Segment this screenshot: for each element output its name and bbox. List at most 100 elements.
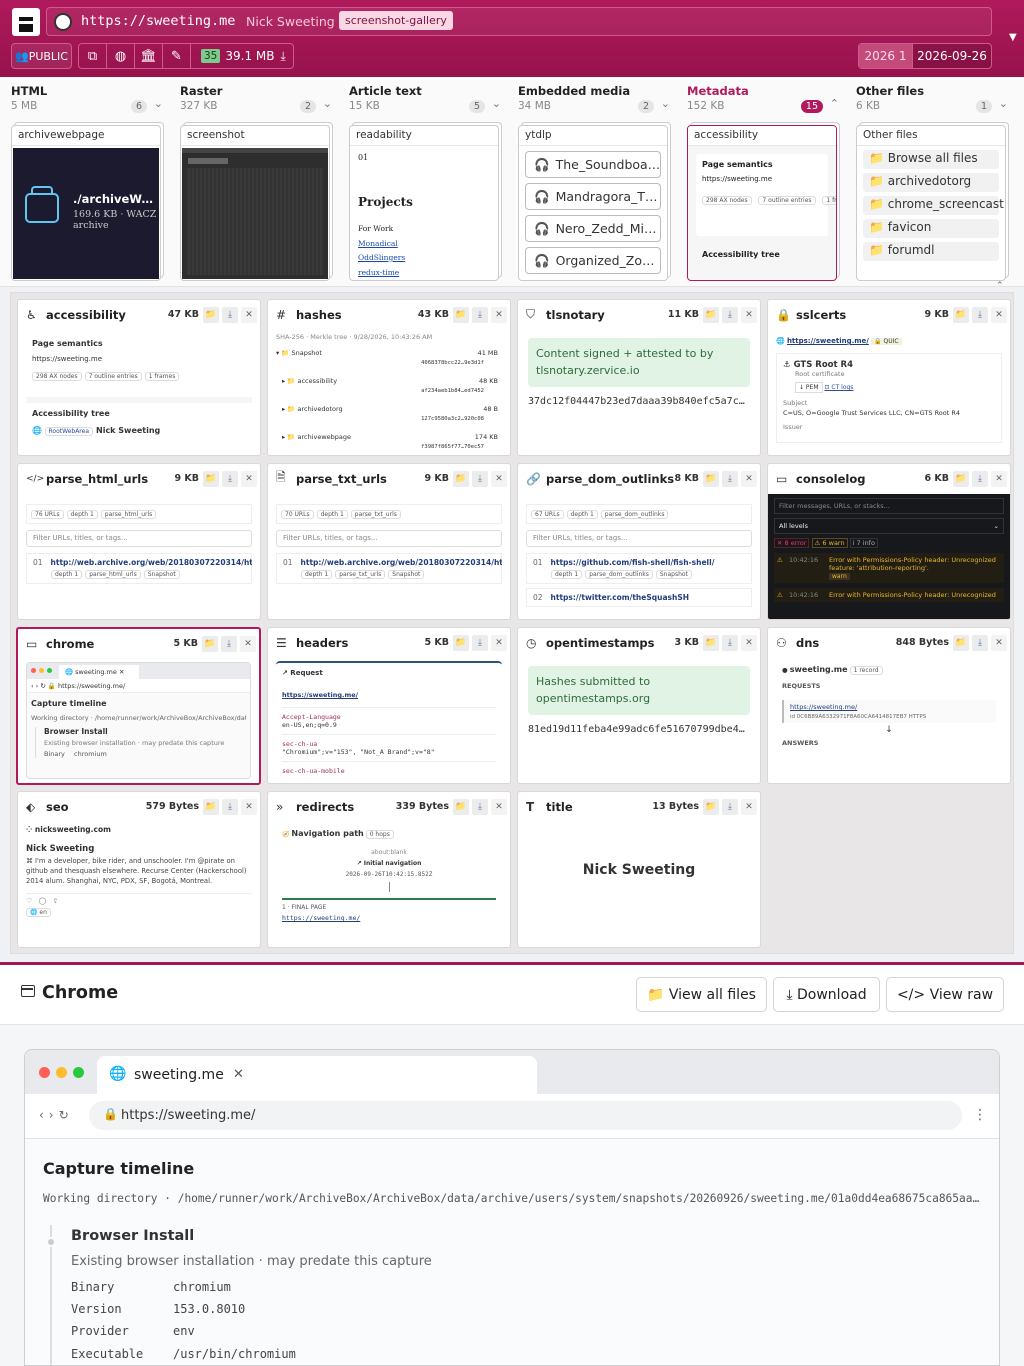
folder-icon[interactable]: 📁: [703, 634, 719, 651]
card-hashes[interactable]: # hashes 43 KB 📁 ⤓ ✕ SHA-256 · Merkle tree · …: [267, 299, 511, 456]
url-link[interactable]: https://twitter.com/theSquashSH: [551, 593, 689, 602]
media-item[interactable]: 🎧 The_Soundboa…: [525, 151, 661, 178]
view-all-files-button[interactable]: 📁 View all files: [636, 977, 767, 1012]
error-count[interactable]: ✕ 8 error: [774, 538, 810, 548]
folder-icon[interactable]: 📁: [953, 634, 969, 651]
level-select[interactable]: All levels ⌄: [774, 518, 1004, 534]
card-sslcerts[interactable]: 🔒 sslcerts 9 KB 📁 ⤓ ✕ 🌐 https://sweeting.me/ …: [767, 299, 1011, 456]
close-icon[interactable]: ✕: [491, 634, 507, 651]
chevron-down-icon[interactable]: ⌄: [999, 97, 1008, 110]
url-filter-input[interactable]: Filter URLs, titles, or tags...: [526, 530, 752, 547]
download-icon[interactable]: ⤓: [472, 798, 488, 815]
readability-link[interactable]: redux-time: [358, 268, 399, 277]
maximize-window-dot[interactable]: [73, 1067, 84, 1078]
globe-icon[interactable]: ◍: [107, 44, 135, 68]
card-chrome[interactable]: ▭ chrome 5 KB 📁 ⤓ ✕ 🌐 sweeting.me ✕ ‹ › ↻ 🔒 h…: [16, 627, 261, 785]
chevron-down-icon[interactable]: ⌄: [154, 97, 163, 110]
card-accessibility[interactable]: ♿ accessibility 47 KB 📁 ⤓ ✕ Page semantics ht…: [17, 299, 261, 456]
folder-icon[interactable]: 📁: [953, 306, 969, 323]
card-tlsnotary[interactable]: ⛉ tlsnotary 11 KB 📁 ⤓ ✕ Content signed + atte…: [517, 299, 761, 456]
tag-pill[interactable]: screenshot-gallery: [339, 11, 453, 30]
file-item[interactable]: 📁 archivedotorg: [863, 173, 999, 192]
close-window-dot[interactable]: [39, 1067, 50, 1078]
readability-link[interactable]: Monadical: [358, 239, 398, 248]
preview-card-ytdlp[interactable]: ytdlp 🎧 The_Soundboa… 🎧 Mandragora_T… 🎧 Ner…: [518, 125, 668, 281]
card-parse-txt-urls[interactable]: 🗎 parse_txt_urls 9 KB 📁 ⤓ ✕ 70 URLs depth 1 par…: [267, 463, 511, 620]
minimize-window-dot[interactable]: [56, 1067, 67, 1078]
download-icon[interactable]: ⤓: [221, 635, 237, 652]
media-item[interactable]: 🎧 Nero_Zedd_Mi…: [525, 215, 661, 242]
console-entry[interactable]: ⚠ 10:42:16 Error with Permissions-Policy h…: [774, 553, 1004, 583]
navigation-arrows-icon[interactable]: ‹›↻: [39, 1108, 74, 1122]
close-icon[interactable]: ✕: [991, 470, 1007, 487]
archive-museum-icon[interactable]: 🏛: [135, 44, 163, 68]
download-button[interactable]: ⤓ Download: [773, 977, 880, 1012]
close-icon[interactable]: ✕: [741, 470, 757, 487]
chevron-down-icon[interactable]: ⌄: [492, 97, 501, 110]
close-icon[interactable]: ✕: [991, 634, 1007, 651]
hash-row[interactable]: ▸ 📁 archivewebpage 174 KB f3987f865f77…70e…: [276, 433, 502, 451]
chevron-down-icon[interactable]: ⌄: [323, 97, 332, 110]
card-dns[interactable]: ⚇ dns 848 Bytes 📁 ⤓ ✕ ● sweeting.me 1 record …: [767, 627, 1011, 784]
file-item[interactable]: 📁 Browse all files: [863, 150, 999, 169]
download-icon[interactable]: ⤓: [722, 470, 738, 487]
close-icon[interactable]: ✕: [241, 798, 257, 815]
caret-down-icon[interactable]: ▼: [1009, 32, 1017, 43]
heart-icon[interactable]: ♡: [26, 897, 32, 905]
folder-icon[interactable]: 📁: [453, 634, 469, 651]
url-row[interactable]: 01 http://web.archive.org/web/20180307220…: [26, 553, 252, 584]
address-bar[interactable]: 🔒 https://sweeting.me/: [89, 1101, 962, 1130]
date-selector[interactable]: 2026 1 2026-09-26: [858, 43, 992, 69]
warn-count[interactable]: ⚠ 6 warn: [811, 538, 848, 548]
download-icon[interactable]: ⤓: [972, 306, 988, 323]
media-item[interactable]: 🎧 Mandragora_T…: [525, 183, 661, 210]
category-html[interactable]: HTML 5 MB 6 ⌄ archivewebpage ./archiveWe…: [0, 77, 169, 287]
preview-card-other-files[interactable]: Other files 📁 Browse all files 📁 archive…: [856, 125, 1006, 281]
download-icon[interactable]: ⤓: [222, 470, 238, 487]
close-tab-icon[interactable]: ✕: [233, 1067, 244, 1082]
card-redirects[interactable]: » redirects 339 Bytes 📁 ⤓ ✕ 🧭 Navigation path…: [267, 791, 511, 948]
download-icon[interactable]: ⤓: [722, 306, 738, 323]
preview-card-readability[interactable]: readability 01 Projects For Work Monadic…: [349, 125, 499, 281]
close-icon[interactable]: ✕: [491, 798, 507, 815]
preview-card-screenshot[interactable]: screenshot: [180, 125, 330, 281]
folder-icon[interactable]: 📁: [453, 798, 469, 815]
info-count[interactable]: i 7 info: [849, 538, 878, 548]
copy-icon[interactable]: ⧉: [79, 44, 107, 68]
close-icon[interactable]: ✕: [741, 306, 757, 323]
date-full[interactable]: 2026-09-26: [913, 49, 991, 63]
url-row[interactable]: 01 https://github.com/fish-shell/fish-she…: [526, 553, 752, 584]
hash-row[interactable]: ▸ 📁 accessibility 48 KB af234aeb1b84…ed745…: [276, 377, 502, 397]
dns-request-url[interactable]: https://sweeting.me/: [790, 703, 990, 711]
browser-tab[interactable]: 🌐 sweeting.me ✕: [97, 1056, 537, 1094]
category-other-files[interactable]: Other files 6 KB 1 ⌄ Other files 📁 Brows…: [845, 77, 1014, 287]
snapshot-url-bar[interactable]: https://sweeting.me Nick Sweeting screen…: [46, 7, 992, 36]
close-icon[interactable]: ✕: [741, 798, 757, 815]
console-filter-input[interactable]: Filter messages, URLs, or stacks...: [774, 498, 1004, 514]
readability-link[interactable]: OddSlingers: [358, 253, 405, 262]
url-row[interactable]: 02 https://twitter.com/theSquashSH: [526, 588, 752, 607]
download-icon[interactable]: ⤓: [222, 306, 238, 323]
card-headers[interactable]: ☰ headers 5 KB 📁 ⤓ ✕ ↗ Request https://sweeti…: [267, 627, 511, 784]
chevron-up-icon[interactable]: ⌃: [830, 97, 839, 110]
card-title[interactable]: Ttitle 13 Bytes 📁 ⤓ ✕ Nick Sweeting: [517, 791, 761, 948]
category-metadata[interactable]: Metadata 152 KB 15 ⌃ accessibility Page …: [676, 77, 845, 287]
folder-icon[interactable]: 📁: [453, 470, 469, 487]
share-icon[interactable]: ⇪: [53, 897, 59, 905]
download-icon[interactable]: ⤓: [222, 798, 238, 815]
view-raw-button[interactable]: </> View raw: [886, 977, 1004, 1012]
comment-icon[interactable]: ◯: [39, 897, 47, 905]
url-link[interactable]: http://web.archive.org/web/2018030722031…: [51, 558, 252, 567]
address-url[interactable]: https://sweeting.me/: [121, 1108, 255, 1123]
download-icon[interactable]: ⤓: [722, 634, 738, 651]
date-short[interactable]: 2026 1: [859, 44, 913, 68]
url-link[interactable]: https://github.com/fish-shell/fish-shell…: [551, 558, 715, 567]
folder-icon[interactable]: 📁: [203, 470, 219, 487]
download-icon[interactable]: ⤓: [472, 470, 488, 487]
download-icon[interactable]: ⤓: [972, 634, 988, 651]
pem-button[interactable]: ↓ PEM: [795, 382, 823, 393]
console-entry[interactable]: ⚠ 10:42:16 Error with Permissions-Policy h…: [774, 588, 1004, 602]
media-item[interactable]: 🎧 Organized_Zo…: [525, 247, 661, 274]
download-icon[interactable]: ⤓: [972, 470, 988, 487]
chevron-down-icon[interactable]: ⌄: [661, 97, 670, 110]
